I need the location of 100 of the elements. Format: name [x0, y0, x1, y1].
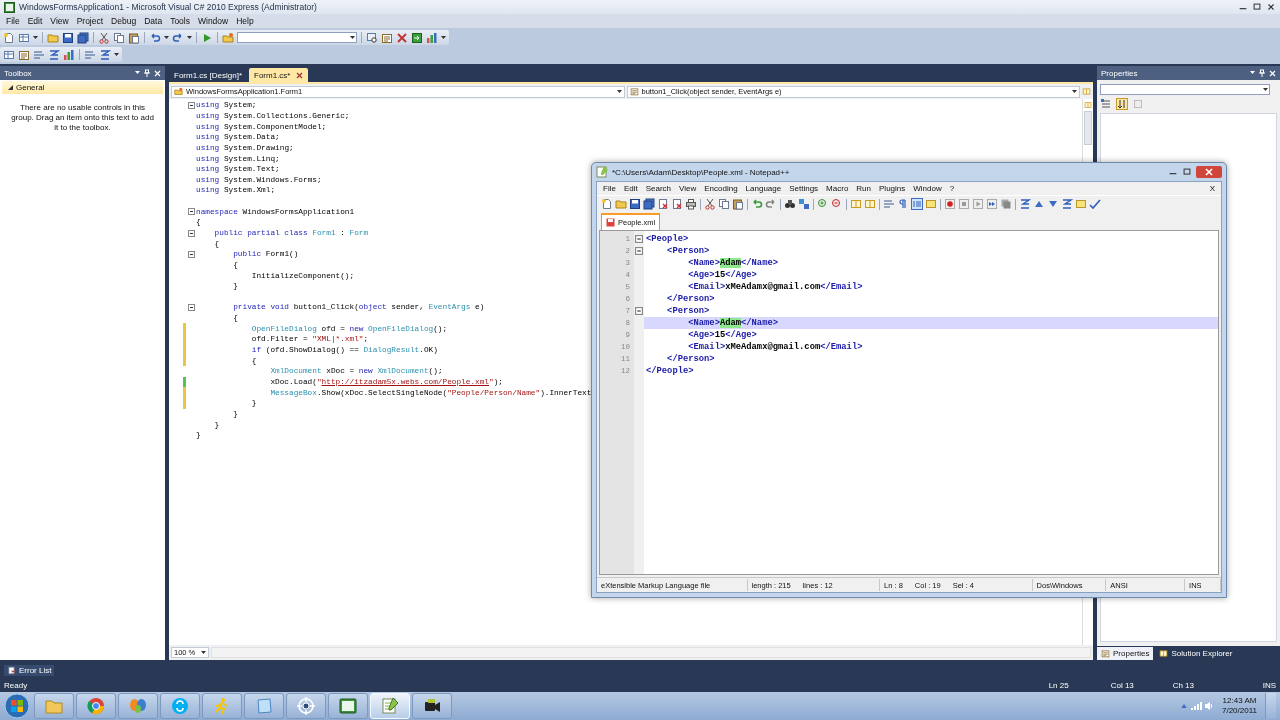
- immediate-window-icon[interactable]: [411, 31, 423, 44]
- toolbar-overflow-icon[interactable]: [114, 52, 119, 57]
- dropdown-caret-icon[interactable]: [201, 650, 206, 655]
- collapse-icon[interactable]: [188, 101, 195, 109]
- properties-icon[interactable]: [381, 31, 393, 44]
- play-icon[interactable]: [972, 198, 984, 210]
- sync-panes-icon[interactable]: [864, 198, 876, 210]
- document-tab[interactable]: Form1.cs*: [249, 68, 309, 82]
- menu-item[interactable]: Language: [741, 184, 786, 193]
- close-document-button[interactable]: X: [1205, 184, 1219, 193]
- menu-item[interactable]: Settings: [785, 184, 823, 193]
- align-icon[interactable]: [33, 48, 45, 61]
- spell-check-icon[interactable]: [1089, 198, 1101, 210]
- add-item-icon[interactable]: [18, 31, 30, 44]
- layout-icon[interactable]: [18, 48, 30, 61]
- fast-forward-icon[interactable]: [986, 198, 998, 210]
- tray-arrow-icon[interactable]: [1180, 702, 1188, 710]
- zoom-out-icon[interactable]: [831, 198, 843, 210]
- menu-item[interactable]: Data: [140, 15, 167, 27]
- menu-item[interactable]: File: [2, 15, 24, 27]
- dropdown-caret-icon[interactable]: [135, 71, 140, 75]
- menu-item[interactable]: View: [46, 15, 73, 27]
- menu-item[interactable]: Tools: [166, 15, 194, 27]
- pin-icon[interactable]: [144, 69, 150, 77]
- dropdown-caret-icon[interactable]: [187, 35, 192, 40]
- save-macro-icon[interactable]: [1000, 198, 1012, 210]
- pin-icon[interactable]: [1259, 69, 1265, 77]
- notepad-plus-icon[interactable]: [381, 697, 399, 715]
- start-icon[interactable]: [201, 31, 213, 44]
- dropdown-caret-icon[interactable]: [350, 35, 355, 40]
- undo-icon[interactable]: [149, 31, 161, 44]
- menu-item[interactable]: Search: [641, 184, 676, 193]
- start-button[interactable]: [2, 693, 32, 719]
- menu-item[interactable]: Window: [909, 184, 946, 193]
- close-button[interactable]: [1196, 166, 1222, 178]
- find-icon[interactable]: [784, 198, 796, 210]
- menu-item[interactable]: Debug: [107, 15, 141, 27]
- undo-icon[interactable]: [751, 198, 763, 210]
- menu-item[interactable]: Project: [72, 15, 108, 27]
- copy-icon[interactable]: [113, 31, 125, 44]
- menu-item[interactable]: ?: [945, 184, 959, 193]
- paste-icon[interactable]: [128, 31, 140, 44]
- collapse-icon[interactable]: [188, 229, 195, 237]
- browser-icon[interactable]: [87, 697, 105, 715]
- menu-item[interactable]: Encoding: [700, 184, 742, 193]
- menu-item[interactable]: Edit: [23, 15, 47, 27]
- collapse-icon[interactable]: [188, 304, 195, 311]
- document-tab[interactable]: Form1.cs [Design]*: [169, 68, 248, 82]
- panel-tab[interactable]: Properties: [1097, 646, 1154, 660]
- dropdown-caret-icon[interactable]: [164, 35, 169, 40]
- note-icon[interactable]: [925, 198, 937, 210]
- taskbar-button[interactable]: [328, 693, 368, 719]
- save-all-icon[interactable]: [643, 198, 655, 210]
- close-tab-icon[interactable]: [296, 71, 304, 79]
- dropdown-caret-icon[interactable]: [33, 35, 38, 40]
- error-list-tab[interactable]: Error List: [4, 664, 55, 676]
- menu-item[interactable]: Help: [232, 15, 258, 27]
- collapse-icon[interactable]: [188, 250, 195, 258]
- dropdown-caret-icon[interactable]: [616, 89, 622, 94]
- clock-date[interactable]: 7/20/2011: [1222, 706, 1257, 716]
- zoom-in-icon[interactable]: [817, 198, 829, 210]
- panel-tab[interactable]: Solution Explorer: [1155, 646, 1237, 660]
- print-icon[interactable]: [685, 198, 697, 210]
- save-icon[interactable]: [629, 198, 641, 210]
- chat-icon[interactable]: [171, 697, 189, 715]
- menu-item[interactable]: Window: [194, 15, 233, 27]
- save-icon[interactable]: [62, 31, 74, 44]
- redo-icon[interactable]: [765, 198, 777, 210]
- maximize-icon[interactable]: [1252, 2, 1262, 12]
- menu-item[interactable]: Run: [852, 184, 876, 193]
- scroll-thumb[interactable]: [1084, 111, 1092, 145]
- sync-scroll-icon[interactable]: [850, 198, 862, 210]
- menu-item[interactable]: Edit: [619, 184, 642, 193]
- cut-icon[interactable]: [704, 198, 716, 210]
- toolbox-group[interactable]: General: [2, 81, 163, 94]
- note-icon[interactable]: [1075, 198, 1087, 210]
- collapse-icon[interactable]: [188, 208, 195, 216]
- new-project-icon[interactable]: [3, 31, 15, 44]
- record-icon[interactable]: [944, 198, 956, 210]
- butterfly-icon[interactable]: [129, 697, 147, 715]
- cut-icon[interactable]: [98, 31, 110, 44]
- categorized-icon[interactable]: [1100, 98, 1112, 110]
- maximize-icon[interactable]: [1182, 167, 1192, 177]
- close-file-icon[interactable]: [657, 198, 669, 210]
- find-in-files-icon[interactable]: [222, 31, 234, 44]
- camera-icon[interactable]: [423, 697, 441, 715]
- taskbar-button[interactable]: [412, 693, 452, 719]
- paste-icon[interactable]: [732, 198, 744, 210]
- toolbar-overflow-icon[interactable]: [441, 35, 446, 40]
- alphabetical-icon[interactable]: [1116, 98, 1128, 110]
- menu-item[interactable]: Macro: [822, 184, 853, 193]
- dropdown-caret-icon[interactable]: [1072, 89, 1077, 94]
- find-window-icon[interactable]: [366, 31, 378, 44]
- menu-item[interactable]: Plugins: [875, 184, 910, 193]
- menu-item[interactable]: File: [599, 184, 620, 193]
- redo-icon[interactable]: [172, 31, 184, 44]
- select-icon[interactable]: [3, 48, 15, 61]
- new-file-icon[interactable]: [601, 198, 613, 210]
- expanded-triangle-icon[interactable]: [8, 85, 13, 90]
- indent-guide-icon[interactable]: [911, 198, 923, 210]
